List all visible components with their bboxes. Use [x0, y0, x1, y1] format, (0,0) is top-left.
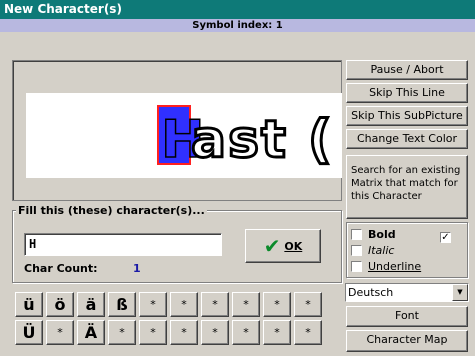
underline-checkbox-box	[351, 261, 362, 272]
key-empty[interactable]: *	[263, 320, 291, 345]
skip-subpicture-button[interactable]: Skip This SubPicture	[346, 106, 468, 126]
key-empty[interactable]: *	[232, 320, 260, 345]
ok-button[interactable]: ✔ OK	[245, 229, 321, 263]
key-empty[interactable]: *	[263, 292, 291, 317]
symbol-index-label: Symbol index: 1	[0, 19, 475, 32]
preview-text: ast (	[191, 110, 334, 170]
key-o-umlaut[interactable]: ö	[46, 292, 74, 317]
chevron-down-icon[interactable]: ▼	[452, 284, 468, 301]
key-empty[interactable]: *	[170, 292, 198, 317]
key-empty[interactable]: *	[201, 320, 229, 345]
key-u-umlaut-upper[interactable]: Ü	[15, 320, 43, 345]
key-empty[interactable]: *	[201, 292, 229, 317]
key-empty[interactable]: *	[294, 320, 322, 345]
checkmark-icon: ✔	[263, 234, 281, 258]
ok-label: OK	[284, 240, 303, 253]
key-a-umlaut-upper[interactable]: Ä	[77, 320, 105, 345]
bold-secondary-checkbox[interactable]: ✓	[440, 228, 457, 243]
underline-label: Underline	[368, 260, 422, 273]
bold-label: Bold	[368, 228, 396, 241]
key-empty[interactable]: *	[139, 292, 167, 317]
key-a-umlaut[interactable]: ä	[77, 292, 105, 317]
window-title: New Character(s)	[0, 0, 475, 19]
key-empty[interactable]: *	[46, 320, 74, 345]
bold-checkbox[interactable]: Bold	[351, 228, 396, 241]
pause-abort-button[interactable]: Pause / Abort	[346, 60, 468, 80]
key-eszett[interactable]: ß	[108, 292, 136, 317]
italic-checkbox-box	[351, 245, 362, 256]
char-count-value: 1	[133, 262, 141, 275]
language-value: Deutsch	[348, 286, 394, 299]
checkmark-icon: ✓	[440, 232, 451, 243]
preview-glyphs: H ast (	[157, 105, 334, 172]
search-matrix-button[interactable]: Search for an existing Matrix that match…	[346, 155, 468, 219]
underline-checkbox[interactable]: Underline	[351, 260, 421, 273]
key-empty[interactable]: *	[139, 320, 167, 345]
italic-checkbox[interactable]: Italic	[351, 244, 394, 257]
character-input[interactable]: H	[24, 233, 222, 256]
key-u-umlaut[interactable]: ü	[15, 292, 43, 317]
italic-label: Italic	[368, 244, 395, 257]
font-button[interactable]: Font	[346, 306, 468, 327]
bold-checkbox-box	[351, 229, 362, 240]
skip-line-button[interactable]: Skip This Line	[346, 83, 468, 103]
key-empty[interactable]: *	[170, 320, 198, 345]
char-count-label: Char Count:	[24, 262, 98, 275]
preview-image: H ast (	[26, 93, 342, 178]
fill-legend: Fill this (these) character(s)...	[16, 204, 207, 217]
change-text-color-button[interactable]: Change Text Color	[346, 129, 468, 149]
key-empty[interactable]: *	[108, 320, 136, 345]
character-map-button[interactable]: Character Map	[346, 330, 468, 352]
key-empty[interactable]: *	[232, 292, 260, 317]
language-select[interactable]: Deutsch ▼	[345, 283, 469, 302]
key-empty[interactable]: *	[294, 292, 322, 317]
